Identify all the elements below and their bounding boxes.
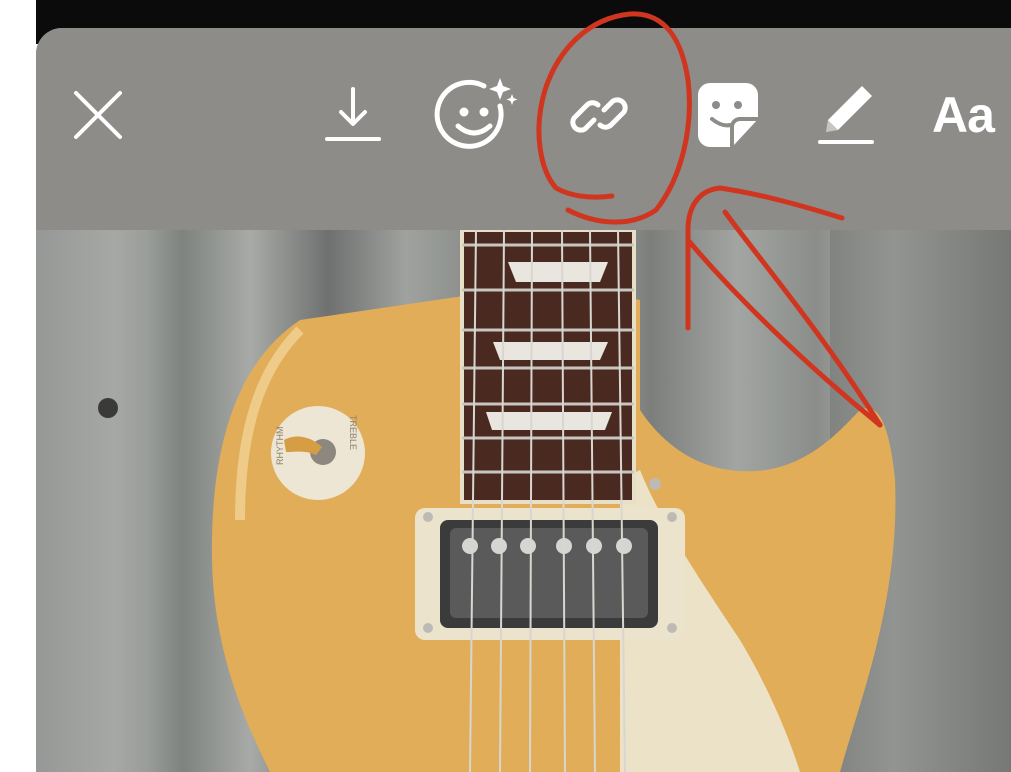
close-button[interactable]: [66, 60, 130, 170]
selector-label-left: RHYTHM: [275, 427, 285, 466]
wood-board: [36, 230, 146, 772]
sticker-button[interactable]: [694, 60, 762, 170]
download-icon: [325, 87, 381, 141]
effects-button[interactable]: [434, 60, 520, 170]
draw-icon: [818, 86, 874, 144]
close-icon: [74, 91, 122, 139]
sticker-icon: [698, 83, 758, 147]
link-icon: [570, 97, 628, 133]
text-tool-label: Aa: [932, 87, 995, 143]
draw-button[interactable]: [814, 60, 878, 170]
text-tool-button[interactable]: Aa: [932, 60, 1011, 170]
story-editor-toolbar: Aa: [36, 28, 1011, 230]
selector-label-right: TREBLE: [348, 415, 358, 450]
effects-icon: [434, 78, 518, 149]
link-button[interactable]: [564, 60, 634, 170]
wood-knot: [98, 398, 118, 418]
download-button[interactable]: [322, 60, 384, 170]
